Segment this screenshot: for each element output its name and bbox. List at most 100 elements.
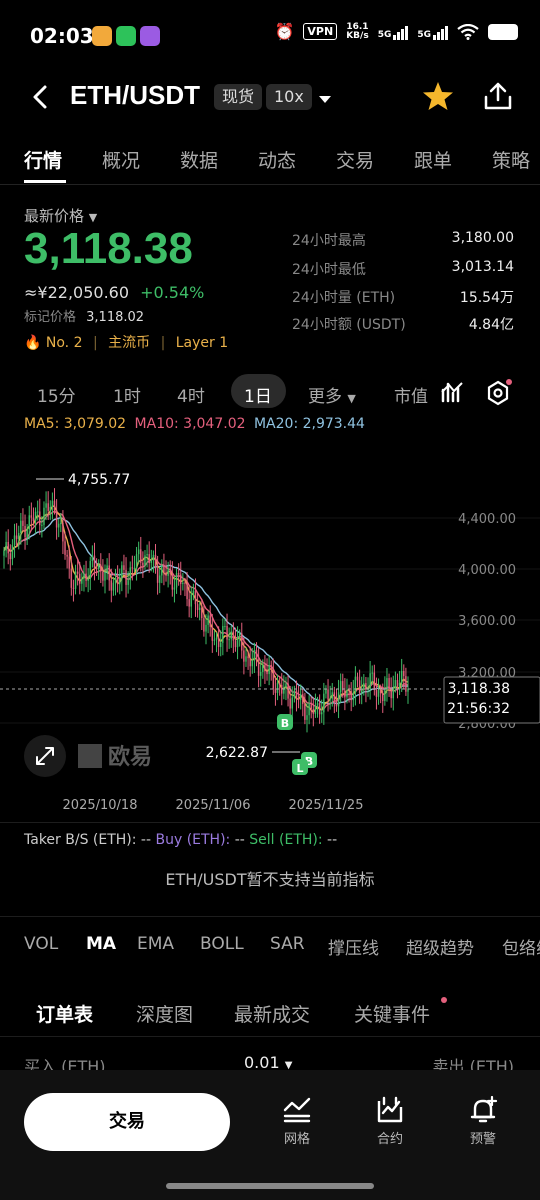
candle — [312, 709, 315, 714]
candle — [217, 637, 220, 647]
indicator-chart-icon[interactable] — [440, 380, 464, 408]
candle — [335, 700, 338, 707]
candle — [226, 625, 228, 640]
candle — [184, 582, 186, 584]
candlestick-chart[interactable]: 4,400.004,000.003,600.003,200.002,800.00… — [0, 440, 540, 820]
chart-settings-icon[interactable] — [484, 379, 512, 411]
wifi-icon — [457, 23, 479, 40]
candle — [68, 556, 70, 569]
indicator-tab-envelope[interactable]: 包络线 — [502, 934, 540, 959]
timeframe-1h[interactable]: 1时 — [113, 382, 141, 407]
candle — [377, 689, 380, 697]
timeframe-market-cap[interactable]: 市值 — [394, 382, 428, 407]
candle — [318, 703, 321, 715]
candle — [257, 660, 260, 676]
indicator-tab-ma[interactable]: MA — [86, 934, 116, 954]
high-price-label: 4,755.77 — [68, 472, 130, 488]
rank-row[interactable]: 🔥 No. 2 | 主流币 | Layer 1 — [24, 332, 228, 352]
timeframe-15m[interactable]: 15分 — [37, 382, 76, 407]
tab-market[interactable]: 行情 — [24, 146, 62, 173]
candle — [146, 554, 148, 556]
candle — [325, 689, 327, 694]
candle — [186, 583, 188, 600]
indicator-tab-ema[interactable]: EMA — [137, 934, 174, 954]
candle — [60, 522, 62, 524]
favorite-star-icon[interactable] — [422, 80, 454, 116]
candle — [354, 676, 357, 693]
candle — [53, 500, 56, 511]
tab-orderbook[interactable]: 订单表 — [36, 1000, 93, 1027]
leverage-badge[interactable]: 10x — [266, 84, 312, 110]
candle — [57, 523, 60, 528]
candle — [356, 676, 359, 681]
fire-icon: 🔥 — [24, 335, 42, 351]
candle — [196, 604, 199, 610]
candle — [32, 517, 35, 521]
last-price: 3,118.38 — [24, 224, 193, 273]
nav-grid[interactable]: 网格 — [262, 1096, 332, 1147]
pair-dropdown-icon[interactable] — [318, 90, 332, 109]
candle — [222, 626, 224, 643]
stat-high-label: 24小时最高 — [292, 233, 366, 249]
candle — [272, 669, 275, 689]
tab-latest-trades[interactable]: 最新成交 — [234, 1000, 310, 1027]
candle — [302, 694, 304, 705]
tab-trade[interactable]: 交易 — [336, 146, 374, 173]
timeframe-4h[interactable]: 4时 — [177, 382, 205, 407]
divider — [0, 916, 540, 917]
candle — [140, 549, 142, 563]
candle — [167, 568, 169, 576]
candle — [276, 682, 279, 693]
mark-price-row: 标记价格 3,118.02 — [24, 310, 145, 325]
latest-price-label[interactable]: 最新价格 ▼ — [24, 205, 97, 226]
candle — [24, 525, 26, 538]
candle — [83, 573, 85, 579]
candle — [344, 690, 346, 698]
candle — [180, 574, 182, 585]
nav-alert[interactable]: 预警 — [448, 1095, 518, 1147]
candle — [121, 565, 123, 580]
tab-copy[interactable]: 跟单 — [414, 146, 452, 173]
indicator-tab-sar[interactable]: SAR — [270, 934, 305, 954]
tab-key-events[interactable]: 关键事件 — [354, 1000, 430, 1027]
indicator-tab-boll[interactable]: BOLL — [200, 934, 244, 954]
indicator-tab-vol[interactable]: VOL — [24, 934, 58, 954]
candle — [108, 565, 110, 581]
candle — [106, 565, 108, 573]
candle — [209, 615, 211, 627]
indicator-tab-support-resistance[interactable]: 撑压线 — [328, 934, 379, 959]
timeframe-more[interactable]: 更多 ▼ — [308, 382, 356, 407]
candle — [287, 683, 289, 699]
price-change: +0.54% — [140, 283, 205, 302]
candle — [224, 625, 226, 627]
tag-mainstream: 主流币 — [108, 335, 151, 351]
timeframe-1d[interactable]: 1日 — [244, 382, 272, 407]
tab-data[interactable]: 数据 — [180, 146, 218, 173]
candle — [213, 639, 216, 641]
candle — [102, 571, 104, 581]
candle — [9, 553, 12, 560]
back-button[interactable] — [30, 84, 50, 114]
candle — [230, 631, 232, 640]
ma20-label: MA20: 2,973.44 — [253, 416, 365, 432]
candle — [243, 650, 245, 662]
signal-icon: 5G — [417, 24, 448, 40]
market-type-badge[interactable]: 现货 — [214, 84, 263, 110]
candle — [70, 568, 73, 588]
share-icon[interactable] — [482, 80, 514, 116]
indicator-tab-supertrend[interactable]: 超级趋势 — [406, 934, 474, 959]
tab-feed[interactable]: 动态 — [258, 146, 296, 173]
candle — [371, 672, 373, 674]
pair-title[interactable]: ETH/USDT — [70, 80, 200, 111]
nav-contract[interactable]: 合约 — [355, 1096, 425, 1147]
candle — [148, 554, 150, 564]
active-tab-indicator — [24, 180, 66, 183]
trade-button[interactable]: 交易 — [24, 1093, 230, 1151]
price-sub: ≈¥22,050.60 +0.54% — [24, 283, 204, 302]
tab-strategy[interactable]: 策略 — [492, 146, 530, 173]
candle — [268, 664, 270, 675]
tab-overview[interactable]: 概况 — [102, 146, 140, 173]
tab-depth[interactable]: 深度图 — [136, 1000, 193, 1027]
y-axis-label: 4,000.00 — [458, 563, 516, 578]
candle — [348, 690, 350, 692]
